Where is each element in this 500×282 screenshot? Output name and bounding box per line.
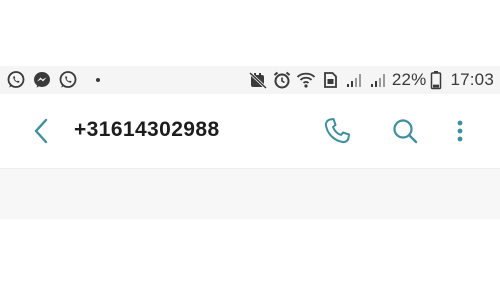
notification-dot (96, 78, 100, 82)
search-button[interactable] (388, 114, 422, 148)
phone-screen: 22% 17:03 +31614302988 (0, 66, 500, 219)
signal-icon (346, 74, 361, 87)
signal-icon (370, 74, 385, 87)
back-button[interactable] (28, 116, 54, 146)
wifi-icon (296, 72, 315, 88)
battery-fill (433, 84, 440, 88)
alarm-icon (273, 71, 290, 89)
search-icon (393, 119, 418, 144)
clock: 17:03 (450, 70, 494, 89)
status-notifications (6, 70, 100, 90)
sim-icon (323, 72, 337, 88)
chevron-left-icon (34, 118, 48, 144)
phone-icon (324, 118, 350, 144)
do-not-disturb-icon (248, 71, 267, 90)
status-system: 22% 17:03 (248, 70, 494, 90)
status-bar: 22% 17:03 (0, 66, 500, 94)
whatsapp-icon (7, 71, 25, 88)
contact-number: +31614302988 (74, 118, 220, 141)
more-options-button[interactable] (443, 114, 477, 148)
whatsapp-icon (59, 71, 77, 88)
conversation-app-bar: +31614302988 (0, 94, 500, 168)
messenger-icon (34, 72, 50, 88)
battery-percent: 22% (391, 70, 427, 89)
battery-icon (431, 71, 442, 90)
message-list (0, 168, 500, 219)
more-vert-icon (457, 120, 463, 142)
call-button[interactable] (320, 114, 354, 148)
